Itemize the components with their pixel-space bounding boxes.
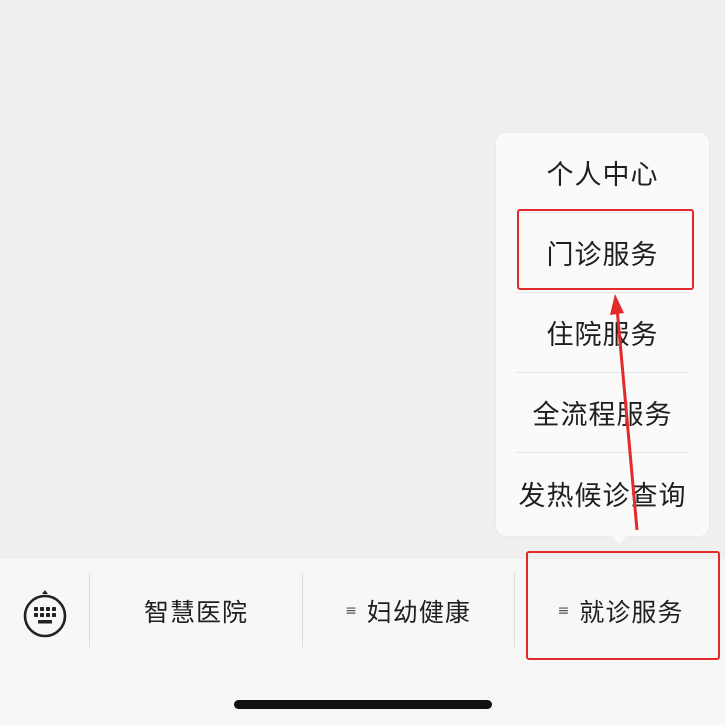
home-indicator	[234, 700, 492, 709]
popup-caret	[610, 534, 628, 544]
menu-item-label: 全流程服务	[532, 400, 673, 431]
tab-divider	[89, 573, 90, 647]
highlight-box-outpatient	[517, 209, 694, 290]
highlight-box-medical-service-tab	[526, 551, 720, 660]
tab-smart-hospital[interactable]: 智慧医院	[92, 581, 300, 641]
menu-item-inpatient-service[interactable]: 住院服务	[516, 293, 689, 373]
menu-lines-icon: ≡	[345, 603, 357, 619]
tab-divider	[514, 573, 515, 647]
menu-item-fever-queue-query[interactable]: 发热候诊查询	[516, 453, 689, 533]
popup-menu: 个人中心 门诊服务 住院服务 全流程服务 发热候诊查询	[496, 133, 709, 536]
menu-item-full-process-service[interactable]: 全流程服务	[516, 373, 689, 453]
keyboard-icon[interactable]	[22, 590, 68, 638]
menu-item-label: 个人中心	[546, 160, 659, 191]
tab-divider	[302, 573, 303, 647]
menu-item-personal-center[interactable]: 个人中心	[516, 133, 689, 213]
menu-item-label: 住院服务	[546, 320, 659, 351]
tab-label: 妇幼健康	[366, 598, 471, 627]
menu-item-label: 发热候诊查询	[518, 480, 687, 512]
tab-label: 智慧医院	[143, 598, 248, 627]
tab-maternal-child-health[interactable]: ≡ 妇幼健康	[304, 581, 512, 641]
